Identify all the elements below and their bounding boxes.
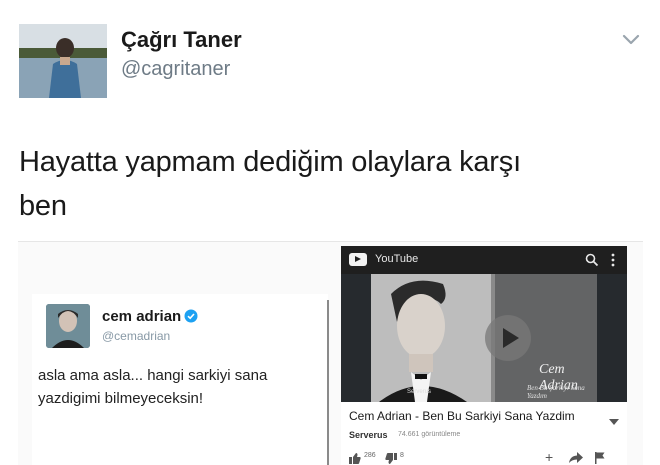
quoted-text: asla ama asla... hangi sarkiyi sana yazd… bbox=[38, 364, 318, 410]
channel-name[interactable]: Serverus bbox=[349, 430, 388, 440]
video-overlay-subtitle: Ben Bu Şarkıyı Sana Yazdım bbox=[527, 384, 585, 400]
quoted-tweet: cem adrian @cemadrian asla ama asla... h… bbox=[32, 294, 328, 465]
quoted-avatar bbox=[46, 304, 90, 348]
youtube-card: YouTube Cem Adrian Ben Bu Şarkıyı Sana Y… bbox=[341, 246, 627, 465]
youtube-logo-icon bbox=[349, 253, 367, 266]
verified-badge-icon bbox=[184, 309, 198, 323]
display-name[interactable]: Çağrı Taner bbox=[121, 27, 242, 53]
quoted-name: cem adrian bbox=[102, 308, 182, 325]
youtube-topbar: YouTube bbox=[341, 246, 627, 274]
dislike-count: 8 bbox=[400, 452, 404, 459]
like-count: 286 bbox=[364, 452, 376, 459]
quoted-text-line: asla ama asla... hangi sarkiyi sana bbox=[38, 367, 268, 384]
add-icon[interactable]: + bbox=[545, 450, 553, 464]
tweet-text-line: ben bbox=[19, 190, 67, 222]
profile-avatar[interactable] bbox=[19, 24, 107, 98]
video-title[interactable]: Cem Adrian - Ben Bu Sarkiyi Sana Yazdim bbox=[349, 409, 609, 423]
expand-icon[interactable] bbox=[609, 412, 619, 425]
search-icon[interactable] bbox=[585, 253, 599, 267]
more-vertical-icon[interactable] bbox=[609, 252, 617, 268]
tweet-text: Hayatta yapmam dediğim olaylara karşı be… bbox=[19, 140, 639, 228]
tweet-media-image[interactable]: cem adrian @cemadrian asla ama asla... h… bbox=[18, 241, 643, 465]
quoted-text-line: yazdigimi bilmeyeceksin! bbox=[38, 390, 204, 407]
flag-icon[interactable] bbox=[595, 451, 605, 464]
tweet-text-line: Hayatta yapmam dediğim olaylara karşı bbox=[19, 146, 521, 178]
video-actions: 286 8 + bbox=[349, 450, 619, 464]
video-thumbnail: Cem Adrian Ben Bu Şarkıyı Sana Yazdım Se… bbox=[371, 274, 597, 402]
share-icon[interactable] bbox=[569, 451, 583, 463]
thumbs-up-icon[interactable] bbox=[349, 451, 361, 464]
video-overlay-channel: Serverus bbox=[407, 389, 432, 395]
chevron-down-icon[interactable] bbox=[620, 30, 642, 48]
youtube-app-title: YouTube bbox=[375, 253, 419, 265]
video-player[interactable]: Cem Adrian Ben Bu Şarkıyı Sana Yazdım Se… bbox=[341, 274, 627, 402]
divider bbox=[327, 300, 329, 465]
user-handle[interactable]: @cagritaner bbox=[121, 58, 230, 81]
thumbs-down-icon[interactable] bbox=[385, 451, 397, 464]
view-count: 74.661 görüntüleme bbox=[398, 431, 461, 438]
play-icon[interactable] bbox=[485, 315, 531, 361]
quoted-handle: @cemadrian bbox=[102, 329, 171, 343]
